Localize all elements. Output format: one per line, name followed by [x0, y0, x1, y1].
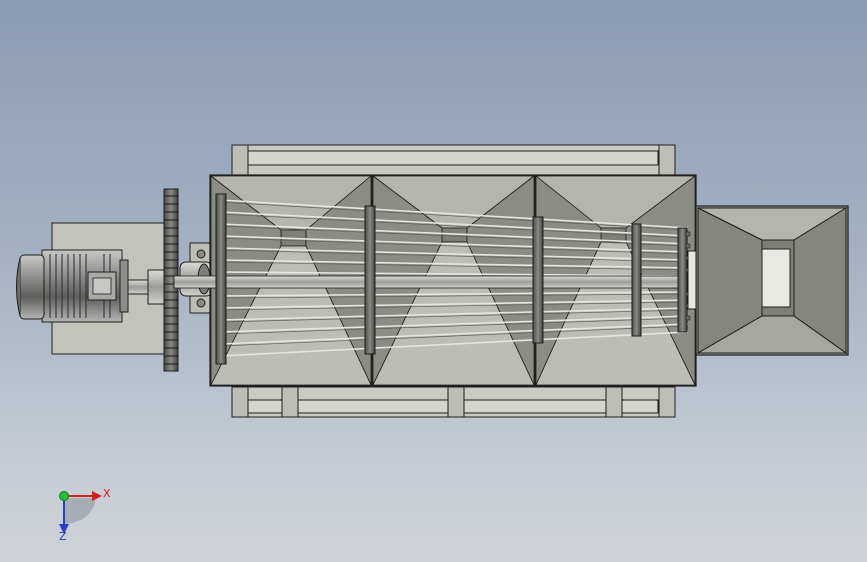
machine-model: [16, 144, 849, 418]
top-base-rail: [231, 144, 676, 176]
cad-viewport[interactable]: X Z: [0, 0, 867, 562]
electric-motor: [16, 249, 129, 323]
y-axis-dot: [59, 491, 69, 501]
triad-shadow: [64, 498, 96, 524]
z-axis-label: Z: [59, 530, 67, 543]
drum-ring-1: [215, 193, 227, 365]
drum-ring-4: [631, 223, 642, 337]
drum-ring-3: [532, 216, 544, 344]
discharge-hopper: [687, 205, 849, 356]
x-axis-label: X: [103, 487, 111, 500]
drum-end-flange: [677, 227, 688, 333]
main-shaft: [173, 275, 691, 289]
bottom-base-rail: [231, 386, 676, 418]
discharge-chute: [761, 248, 791, 308]
drum-ring-2: [364, 205, 376, 355]
